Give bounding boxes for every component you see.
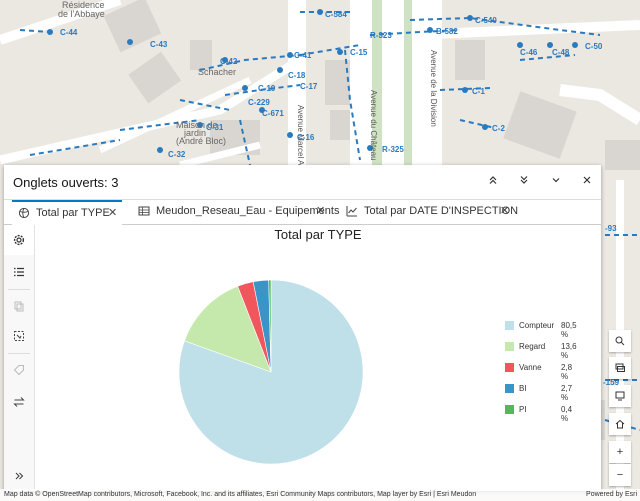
map-node-label[interactable]: C-50 — [585, 42, 602, 52]
selection-icon[interactable] — [4, 321, 34, 351]
legend-label: Vanne — [519, 363, 542, 372]
globe-icon — [18, 207, 30, 219]
home-icon[interactable] — [609, 413, 631, 435]
legend-label: Compteur — [519, 321, 555, 330]
list-icon[interactable] — [4, 257, 34, 287]
legend-percent: 0,4 % — [561, 405, 573, 423]
map-node-label[interactable]: B-582 — [436, 27, 458, 37]
map-node-label[interactable]: C-19 — [258, 84, 275, 94]
map-node-label[interactable]: C-17 — [300, 82, 317, 92]
powered-by-esri[interactable]: Powered by Esri — [586, 489, 637, 501]
map-node-label[interactable]: C-43 — [150, 40, 167, 50]
map-node-label[interactable]: R-323 — [370, 31, 392, 41]
map-node-label[interactable]: C-229 — [248, 98, 270, 108]
panel-header: Onglets ouverts: 3 — [4, 165, 601, 200]
attribute-panel: Onglets ouverts: 3 Total par TYPE ✕ Meud… — [4, 165, 601, 491]
map-node-label[interactable]: C-15 — [350, 48, 367, 58]
legend-percent: 13,6 % — [561, 342, 577, 360]
map-attribution: Map data © OpenStreetMap contributors, M… — [0, 489, 640, 501]
chart-area: Total par TYPE Compteur 80,5 % Regard 13,6 … — [35, 225, 601, 491]
panel-title: Onglets ouverts: 3 — [13, 175, 119, 190]
zoom-out-icon[interactable]: − — [609, 464, 631, 486]
copy-icon — [4, 291, 34, 321]
legend-swatch — [505, 321, 514, 330]
pie-chart — [178, 279, 364, 465]
gear-icon[interactable] — [4, 225, 34, 255]
map-node-label[interactable]: C-18 — [288, 71, 305, 81]
map-node-label[interactable]: C-48 — [552, 48, 569, 58]
map-node-label[interactable]: C-671 — [262, 109, 284, 119]
tab-total-par-date[interactable]: Total par DATE D'INSPECTION ✕ — [340, 200, 520, 223]
legend-label: Regard — [519, 342, 546, 351]
monitor-icon[interactable] — [609, 385, 631, 407]
map-node-label[interactable]: C-584 — [325, 10, 347, 20]
map-node-label[interactable]: R-325 — [382, 145, 404, 155]
map-node-label[interactable]: C-42 — [220, 57, 237, 67]
tab-bar: Total par TYPE ✕ Meudon_Reseau_Eau - Equ… — [4, 200, 601, 225]
map-node-label[interactable]: C-41 — [294, 51, 311, 61]
sidebar-divider — [8, 289, 30, 290]
attribution-text: Map data © OpenStreetMap contributors, M… — [4, 491, 477, 498]
map-node-label[interactable]: C-31 — [206, 123, 223, 133]
chevrons-up-icon[interactable] — [485, 174, 501, 190]
layers-icon[interactable] — [609, 357, 631, 379]
map-node-label[interactable]: C-1 — [472, 87, 485, 97]
tab-label: Meudon_Reseau_Eau - Equipements — [156, 205, 340, 217]
map-node-label[interactable]: C-2 — [492, 124, 505, 134]
panel-sidebar — [4, 225, 35, 491]
zoom-in-icon[interactable]: + — [609, 441, 631, 463]
chevron-down-icon[interactable] — [548, 174, 564, 190]
map-node-label[interactable]: C-46 — [520, 48, 537, 58]
tab-label: Total par TYPE — [36, 207, 110, 219]
map-node-label[interactable]: C-44 — [60, 28, 77, 38]
legend-swatch — [505, 363, 514, 372]
legend-label: BI — [519, 384, 527, 393]
close-tab-icon[interactable]: ✕ — [108, 202, 117, 224]
map-node-label[interactable]: C-32 — [168, 150, 185, 160]
map-label-schacher: Schacher — [198, 67, 237, 77]
map-label-road: Avenue de la Division — [429, 50, 438, 127]
map-label-road: Avenue du Château — [369, 90, 378, 161]
map-node-label[interactable]: C-540 — [475, 16, 497, 26]
map-node-label[interactable]: -93 — [605, 224, 617, 234]
tab-equipements[interactable]: Meudon_Reseau_Eau - Equipements ✕ — [132, 200, 339, 223]
legend-percent: 80,5 % — [561, 321, 577, 339]
chart-icon — [346, 206, 357, 217]
legend-percent: 2,8 % — [561, 363, 573, 381]
sidebar-divider — [8, 353, 30, 354]
swap-icon[interactable] — [4, 387, 34, 417]
close-icon[interactable] — [579, 174, 595, 190]
legend-swatch — [505, 405, 514, 414]
search-icon[interactable] — [609, 330, 631, 352]
tag-icon — [4, 355, 34, 385]
map-label-bloc: (André Bloc) — [176, 136, 227, 146]
expand-icon[interactable] — [4, 461, 34, 491]
map-label-abbaye: de l'Abbaye — [58, 9, 105, 19]
legend-label: PI — [519, 405, 527, 414]
tab-label: Total par DATE D'INSPECTION — [364, 205, 519, 217]
table-icon — [138, 206, 150, 216]
close-tab-icon[interactable]: ✕ — [316, 200, 325, 222]
legend-swatch — [505, 342, 514, 351]
chevrons-down-icon[interactable] — [516, 174, 532, 190]
tab-total-par-type[interactable]: Total par TYPE ✕ — [12, 200, 122, 225]
legend-percent: 2,7 % — [561, 384, 573, 402]
legend-swatch — [505, 384, 514, 393]
close-tab-icon[interactable]: ✕ — [500, 200, 509, 222]
